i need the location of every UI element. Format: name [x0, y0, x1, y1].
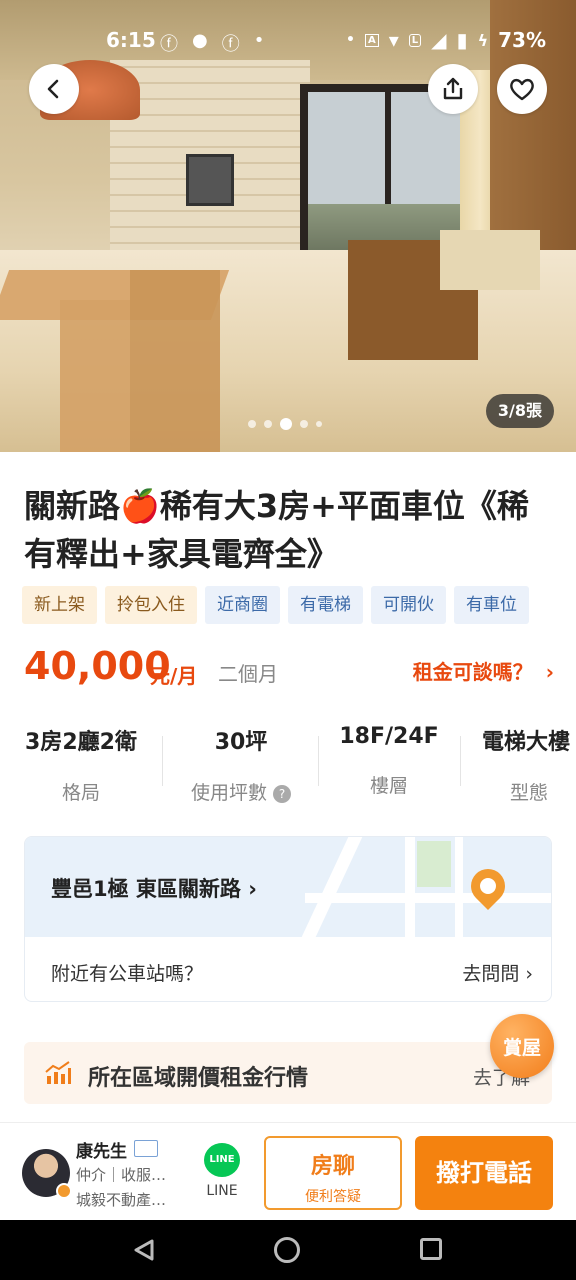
- spec-floor: 18F/24F 樓層: [334, 724, 444, 798]
- bus-question: 附近有公車站嗎？: [51, 963, 204, 985]
- market-text: 所在區域開價租金行情: [88, 1066, 309, 1091]
- status-bar: 6:15 ⓕ ● ⓕ • • A ▾ L ◢ ▮ ϟ 73%: [0, 0, 576, 80]
- photo-tv: [186, 154, 234, 206]
- spec-label: 型態: [510, 782, 549, 804]
- price-row: 40,000 元/月 二個月 租金可談嗎？ ›: [24, 644, 554, 694]
- market-rent-banner[interactable]: 所在區域開價租金行情 去了解: [24, 1042, 552, 1104]
- spec-label: 樓層: [369, 775, 408, 797]
- contact-bar: 康先生 仲介｜收服… 城毅不動產… LINE LINE 房聊 便利答疑 撥打電話: [0, 1122, 576, 1220]
- dot-icon: •: [346, 32, 355, 48]
- agent-badge-icon: [56, 1183, 72, 1199]
- trend-chart-icon: [45, 1061, 71, 1084]
- listing-title: 關新路🍎稀有大3房+平面車位《稀有釋出+家具電齊全》: [24, 487, 529, 573]
- recents-square-icon[interactable]: [420, 1238, 442, 1260]
- viewing-fab[interactable]: 賞屋: [490, 1014, 554, 1078]
- ask-label: 去問問: [462, 963, 520, 985]
- spec-value: 3房2廳2衛: [25, 730, 137, 755]
- status-time: 6:15: [106, 28, 156, 52]
- spec-label: 格局: [61, 782, 100, 804]
- dot-icon: •: [253, 30, 265, 51]
- photo-sofa: [440, 230, 540, 290]
- call-button[interactable]: 撥打電話: [415, 1136, 553, 1210]
- property-specs: 3房2廳2衛 格局 30坪 使用坪數 ? 18F/24F 樓層 電梯大樓 型態: [0, 724, 576, 810]
- system-nav-bar: [0, 1220, 576, 1280]
- ask-link[interactable]: 去問問 ›: [462, 959, 533, 986]
- map-road: [455, 837, 463, 937]
- page-dot[interactable]: [300, 420, 308, 428]
- spec-value: 電梯大樓: [482, 730, 571, 755]
- address-text: 豐邑1極 東區關新路: [51, 877, 241, 901]
- tag-parking: 有車位: [454, 586, 529, 624]
- photo-chair: [130, 270, 220, 452]
- map-road: [305, 893, 551, 903]
- map-road: [405, 837, 415, 937]
- system-icons: • A ▾ L ◢ ▮ ϟ 73%: [346, 28, 546, 52]
- divider: [162, 736, 163, 786]
- signal-icon: ◢: [431, 28, 447, 52]
- spec-layout: 3房2廳2衛 格局: [22, 724, 140, 805]
- agent-avatar[interactable]: [22, 1149, 72, 1199]
- divider: [318, 736, 319, 786]
- negotiate-label: 租金可談嗎？: [412, 660, 533, 684]
- chat-button[interactable]: 房聊 便利答疑: [264, 1136, 402, 1210]
- battery-icon: ▮: [456, 28, 468, 52]
- line-icon: LINE: [204, 1143, 240, 1177]
- tag-move-in-ready: 拎包入住: [105, 586, 197, 624]
- map-card[interactable]: 豐邑1極 東區關新路 › 附近有公車站嗎？ 去問問 ›: [24, 836, 552, 1002]
- auto-icon: A: [364, 33, 379, 47]
- photo-counter: 3/8張: [485, 394, 554, 428]
- map-road: [301, 837, 363, 937]
- wifi-icon: ▾: [388, 28, 399, 52]
- tag-near-shopping: 近商圈: [205, 586, 280, 624]
- chevron-right-icon: ›: [525, 963, 533, 985]
- spec-label-text: 使用坪數: [190, 782, 267, 804]
- deposit-term: 二個月: [218, 662, 278, 686]
- chevron-right-icon: ›: [248, 877, 257, 901]
- line-button[interactable]: LINE LINE: [198, 1143, 246, 1199]
- rent-price: 40,000: [24, 644, 171, 688]
- map-preview[interactable]: 豐邑1極 東區關新路 ›: [25, 837, 551, 937]
- feature-tags: 新上架 拎包入住 近商圈 有電梯 可開伙 有車位: [22, 586, 529, 624]
- id-card-icon: [134, 1140, 158, 1157]
- agent-name: 康先生: [76, 1142, 127, 1162]
- page-dot[interactable]: [264, 420, 272, 428]
- divider: [460, 736, 461, 786]
- page-dot[interactable]: [316, 421, 322, 427]
- photo-chair: [60, 300, 130, 452]
- chat-icon: ●: [192, 30, 208, 51]
- notification-icons: ⓕ ● ⓕ •: [160, 30, 264, 56]
- spec-label: 使用坪數 ?: [180, 778, 302, 805]
- facebook-icon: ⓕ: [221, 34, 240, 55]
- chat-sublabel: 便利答疑: [305, 1189, 361, 1205]
- map-park: [417, 841, 451, 887]
- chevron-left-icon: [47, 79, 59, 99]
- listing-page: 3/8張 6:15 ⓕ ● ⓕ • • A ▾ L ◢ ▮ ϟ 73% 關新路🍎…: [0, 0, 576, 1280]
- chat-label: 房聊: [310, 1154, 355, 1179]
- tag-new: 新上架: [22, 586, 97, 624]
- home-circle-icon[interactable]: [274, 1237, 300, 1263]
- charging-icon: ϟ: [477, 30, 489, 50]
- spec-area: 30坪 使用坪數 ?: [180, 724, 302, 805]
- help-icon[interactable]: ?: [273, 784, 292, 803]
- lte-icon: L: [408, 33, 422, 47]
- spec-value: 30坪: [214, 730, 268, 755]
- rent-unit: 元/月: [150, 664, 198, 688]
- facebook-icon: ⓕ: [160, 34, 178, 55]
- agent-company: 城毅不動產…: [76, 1191, 167, 1209]
- bus-stop-row[interactable]: 附近有公車站嗎？ 去問問 ›: [25, 937, 551, 1001]
- back-triangle-icon[interactable]: [132, 1238, 156, 1262]
- spec-building-type: 電梯大樓 型態: [482, 724, 576, 805]
- page-dot-active[interactable]: [280, 418, 292, 430]
- gallery-pagination: [248, 418, 322, 430]
- negotiate-link[interactable]: 租金可談嗎？ ›: [413, 656, 554, 685]
- chevron-right-icon: ›: [545, 660, 554, 684]
- line-label: LINE: [206, 1183, 238, 1199]
- spec-value: 18F/24F: [339, 724, 439, 749]
- battery-percent: 73%: [498, 28, 546, 52]
- agent-role: 仲介｜收服…: [76, 1166, 167, 1184]
- tag-cooking-allowed: 可開伙: [371, 586, 446, 624]
- page-dot[interactable]: [248, 420, 256, 428]
- map-address[interactable]: 豐邑1極 東區關新路 ›: [51, 873, 257, 903]
- tag-elevator: 有電梯: [288, 586, 363, 624]
